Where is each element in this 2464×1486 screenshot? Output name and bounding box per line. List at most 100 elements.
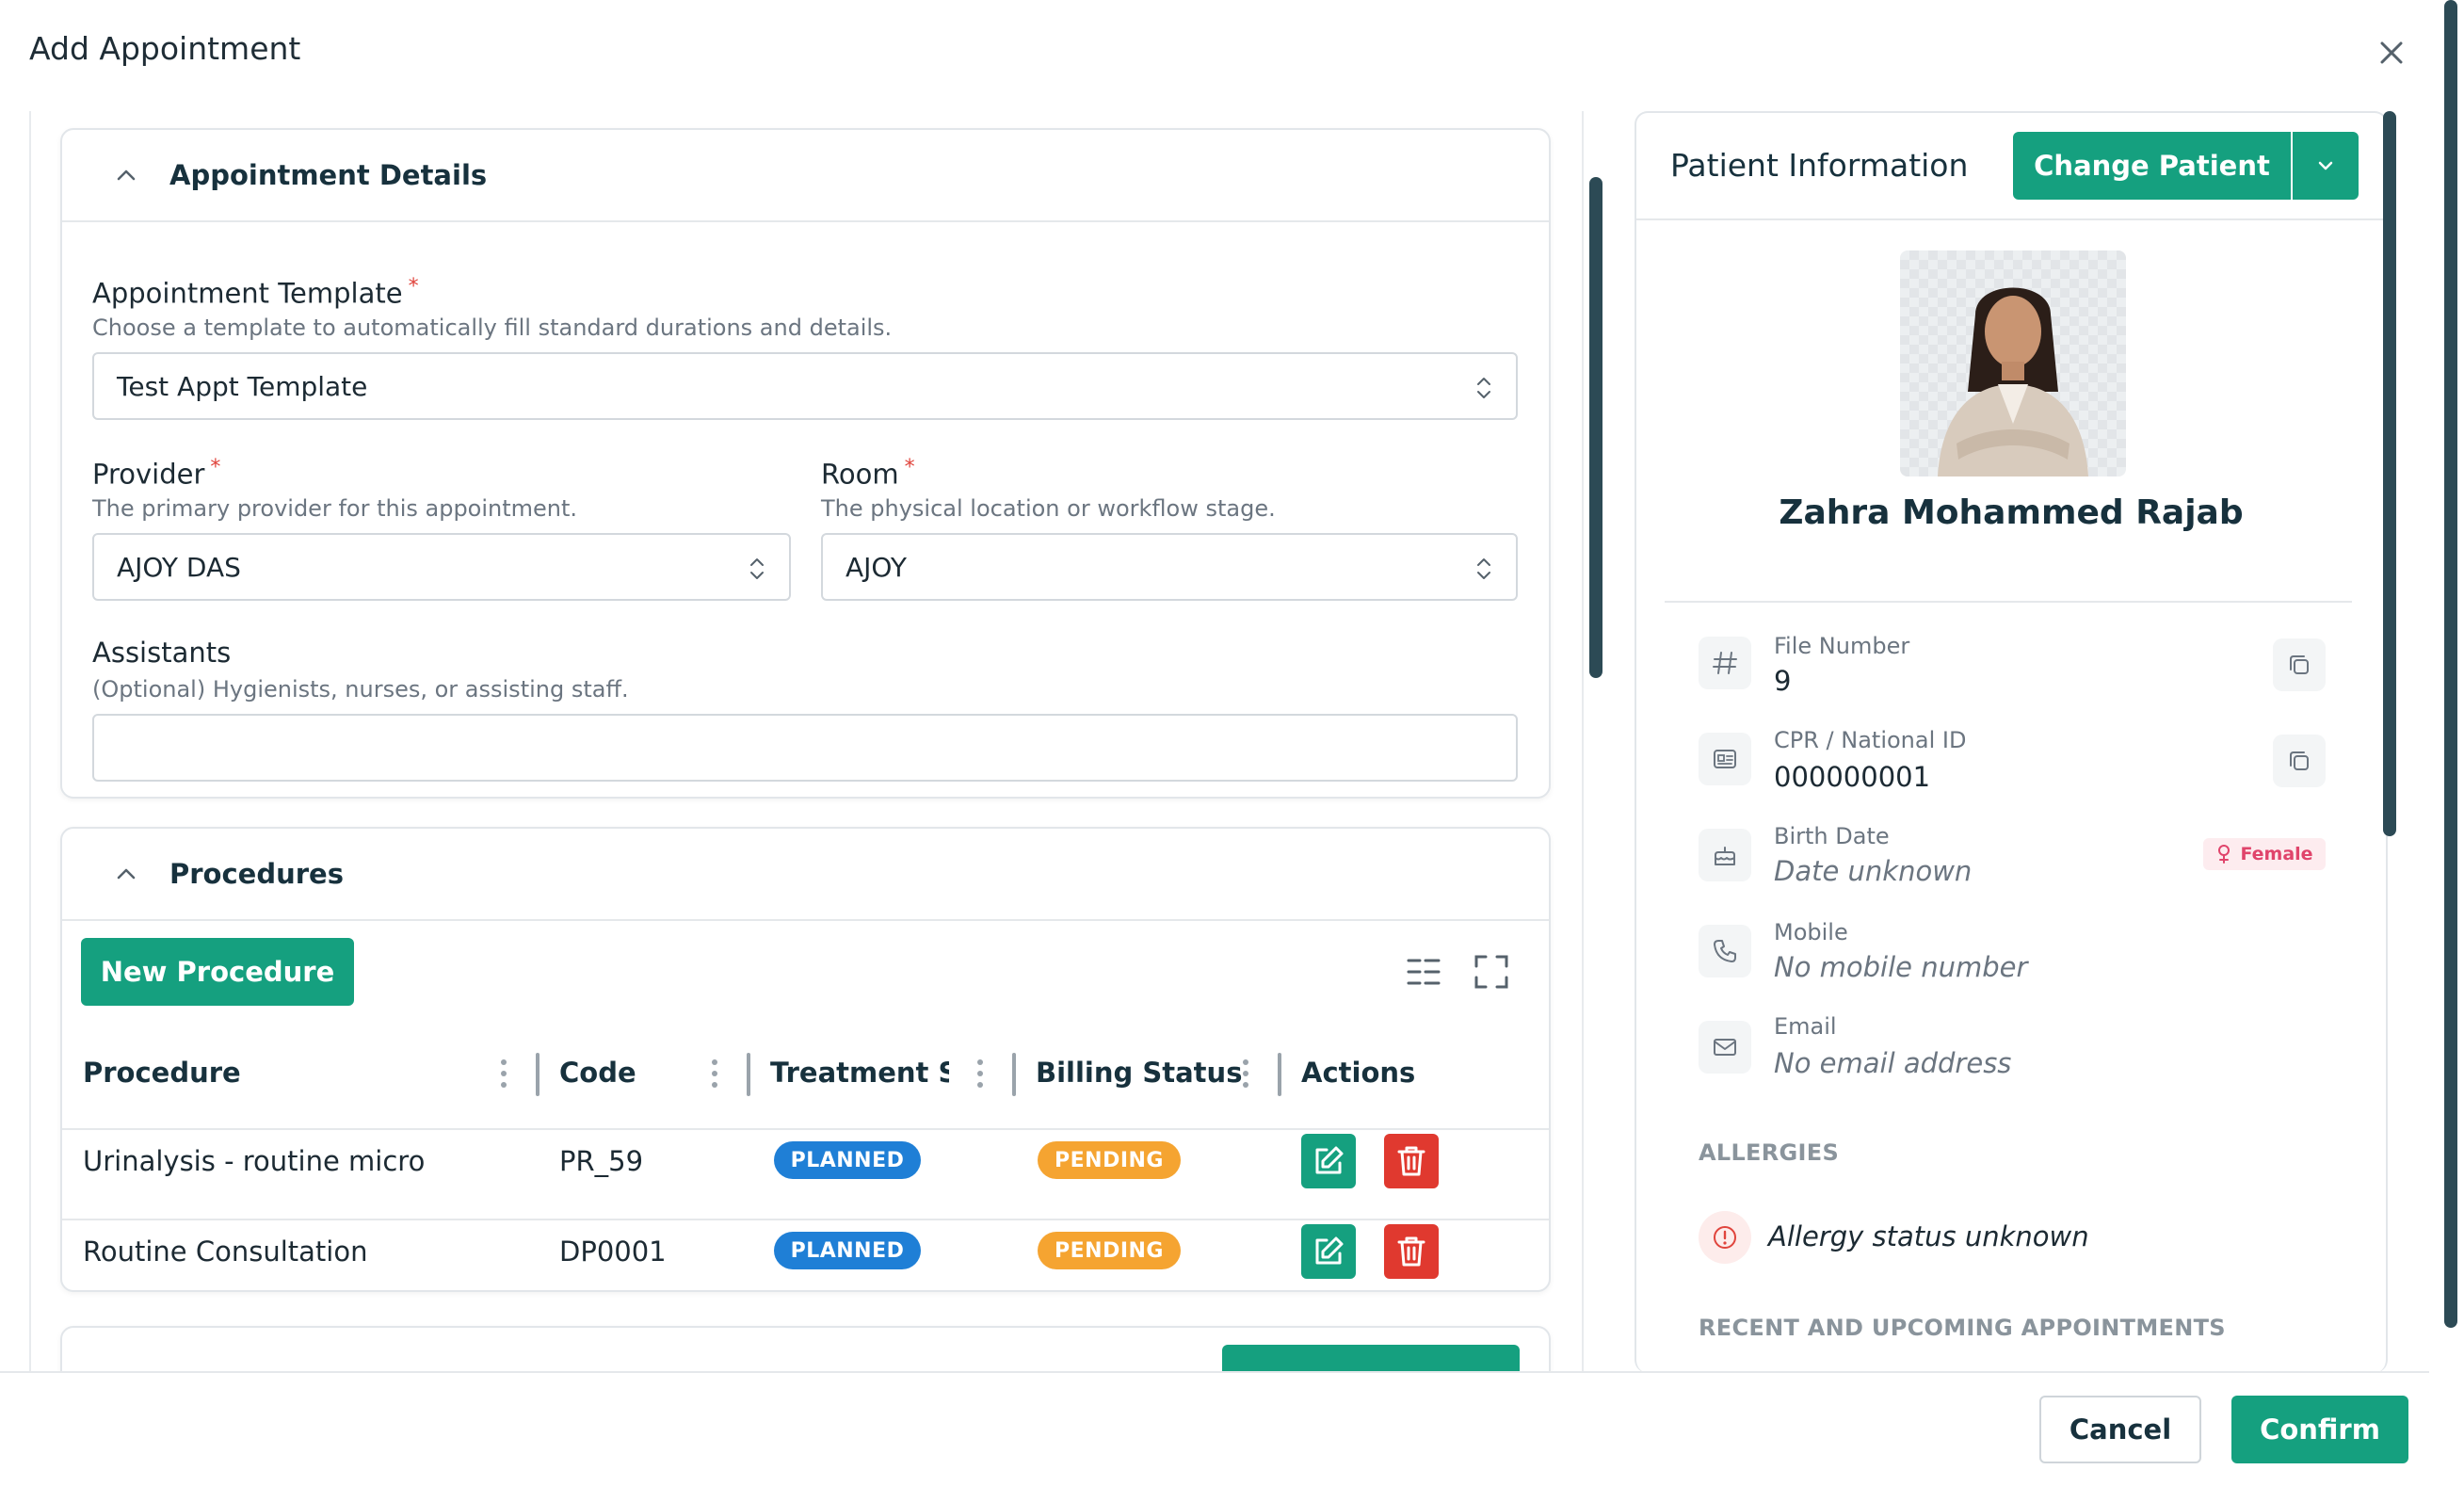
birth-date-value: Date unknown — [1774, 855, 1973, 887]
scheduling-action-button[interactable] — [1222, 1345, 1520, 1373]
template-label: Appointment Template * — [92, 275, 419, 310]
modal-scrollbar[interactable] — [2444, 0, 2457, 1328]
column-header-actions: Actions — [1301, 1057, 1416, 1089]
column-header-treatment-status[interactable]: Treatment Sta — [770, 1057, 949, 1089]
change-patient-button[interactable]: Change Patient — [2013, 132, 2291, 200]
column-menu-icon[interactable] — [975, 1055, 985, 1092]
column-header-procedure[interactable]: Procedure — [83, 1057, 241, 1089]
column-resize-handle[interactable] — [1012, 1053, 1016, 1096]
room-select-value: AJOY — [845, 551, 908, 583]
cancel-button[interactable]: Cancel — [2039, 1396, 2201, 1463]
chevron-up-icon[interactable] — [107, 855, 145, 893]
provider-label: Provider * — [92, 456, 221, 491]
appointment-details-card: Appointment Details Appointment Template… — [60, 128, 1551, 799]
id-card-icon — [1699, 733, 1751, 785]
trash-icon — [1397, 1146, 1425, 1176]
template-select-value: Test Appt Template — [117, 370, 368, 402]
assistants-label: Assistants — [92, 637, 232, 669]
mobile-label: Mobile — [1774, 919, 1848, 945]
assistants-hint: (Optional) Hygienists, nurses, or assist… — [92, 676, 629, 703]
appointment-form-scroll-area[interactable]: Appointment Details Appointment Template… — [0, 111, 1591, 1373]
birth-date-label: Birth Date — [1774, 823, 1890, 849]
phone-icon — [1699, 925, 1751, 977]
patient-photo-icon — [1938, 287, 2088, 476]
appointment-details-title: Appointment Details — [169, 159, 488, 191]
allergies-caption: ALLERGIES — [1699, 1139, 1840, 1166]
column-header-code[interactable]: Code — [559, 1057, 636, 1089]
column-resize-handle[interactable] — [1278, 1053, 1281, 1096]
new-procedure-button[interactable]: New Procedure — [81, 938, 354, 1006]
column-header-billing-status[interactable]: Billing Status — [1036, 1057, 1242, 1089]
patient-information-title: Patient Information — [1670, 147, 1969, 184]
file-number-value: 9 — [1774, 665, 1792, 697]
gender-text: Female — [2240, 844, 2313, 864]
form-scrollbar[interactable] — [1589, 177, 1602, 678]
select-arrows-icon — [1477, 378, 1490, 398]
procedures-title: Procedures — [169, 858, 344, 890]
column-resize-handle[interactable] — [536, 1053, 540, 1096]
edit-icon — [1315, 1146, 1344, 1174]
copy-icon — [2290, 655, 2309, 674]
female-icon — [2218, 845, 2230, 864]
edit-procedure-button[interactable] — [1301, 1134, 1356, 1188]
patient-name: Zahra Mohammed Rajab — [1779, 493, 2244, 532]
row-divider — [62, 1128, 1549, 1130]
delete-procedure-button[interactable] — [1384, 1224, 1439, 1279]
procedures-card: Procedures New Procedure Procedure Code … — [60, 827, 1551, 1292]
change-patient-dropdown-button[interactable] — [2293, 132, 2359, 200]
appointment-details-header[interactable]: Appointment Details — [62, 130, 1549, 222]
treatment-status-badge: PLANNED — [774, 1141, 921, 1179]
procedures-header[interactable]: Procedures — [62, 829, 1549, 921]
hash-icon — [1699, 637, 1751, 689]
column-menu-icon[interactable] — [499, 1055, 508, 1092]
mobile-value: No mobile number — [1774, 951, 2028, 983]
cake-icon — [1699, 829, 1751, 881]
fullscreen-icon[interactable] — [1471, 951, 1512, 993]
edit-procedure-button[interactable] — [1301, 1224, 1356, 1279]
procedure-name-cell: Routine Consultation — [83, 1236, 368, 1268]
scheduling-card — [60, 1326, 1551, 1373]
close-icon — [2380, 41, 2403, 64]
gender-badge: Female — [2203, 838, 2326, 870]
mail-icon — [1699, 1021, 1751, 1074]
patient-information-card: Patient Information Change Patient Zahra… — [1635, 111, 2388, 1373]
email-label: Email — [1774, 1013, 1837, 1040]
copy-file-number-button[interactable] — [2273, 638, 2326, 691]
template-select[interactable]: Test Appt Template — [92, 352, 1518, 420]
column-menu-icon[interactable] — [1241, 1055, 1250, 1092]
patient-panel-scrollbar[interactable] — [2383, 111, 2396, 836]
treatment-status-badge: PLANNED — [774, 1232, 921, 1269]
row-divider — [62, 1219, 1549, 1220]
confirm-button[interactable]: Confirm — [2231, 1396, 2408, 1463]
patient-divider — [1665, 601, 2352, 603]
trash-icon — [1397, 1236, 1425, 1267]
provider-select[interactable]: AJOY DAS — [92, 533, 791, 601]
room-label: Room * — [821, 456, 915, 491]
close-button[interactable] — [2373, 34, 2410, 72]
procedure-code-cell: DP0001 — [559, 1236, 667, 1268]
select-arrows-icon — [1477, 558, 1490, 579]
procedure-code-cell: PR_59 — [559, 1145, 644, 1177]
copy-icon — [2290, 751, 2309, 770]
patient-avatar — [1900, 250, 2126, 476]
column-resize-handle[interactable] — [747, 1053, 750, 1096]
provider-hint: The primary provider for this appointmen… — [92, 495, 578, 522]
allergy-status: Allergy status unknown — [1768, 1220, 2089, 1252]
file-number-label: File Number — [1774, 633, 1910, 659]
copy-national-id-button[interactable] — [2273, 735, 2326, 787]
assistants-input[interactable] — [92, 714, 1518, 782]
column-menu-icon[interactable] — [710, 1055, 719, 1092]
national-id-label: CPR / National ID — [1774, 727, 1967, 753]
edit-icon — [1315, 1236, 1344, 1265]
chevron-down-icon — [2318, 161, 2333, 170]
density-icon[interactable] — [1403, 951, 1444, 993]
room-select[interactable]: AJOY — [821, 533, 1518, 601]
provider-select-value: AJOY DAS — [117, 551, 241, 583]
room-hint: The physical location or workflow stage. — [821, 495, 1276, 522]
select-arrows-icon — [750, 558, 764, 579]
template-hint: Choose a template to automatically fill … — [92, 315, 893, 341]
chevron-up-icon[interactable] — [107, 156, 145, 194]
billing-status-badge: PENDING — [1038, 1232, 1181, 1269]
delete-procedure-button[interactable] — [1384, 1134, 1439, 1188]
email-value: No email address — [1774, 1047, 2012, 1079]
